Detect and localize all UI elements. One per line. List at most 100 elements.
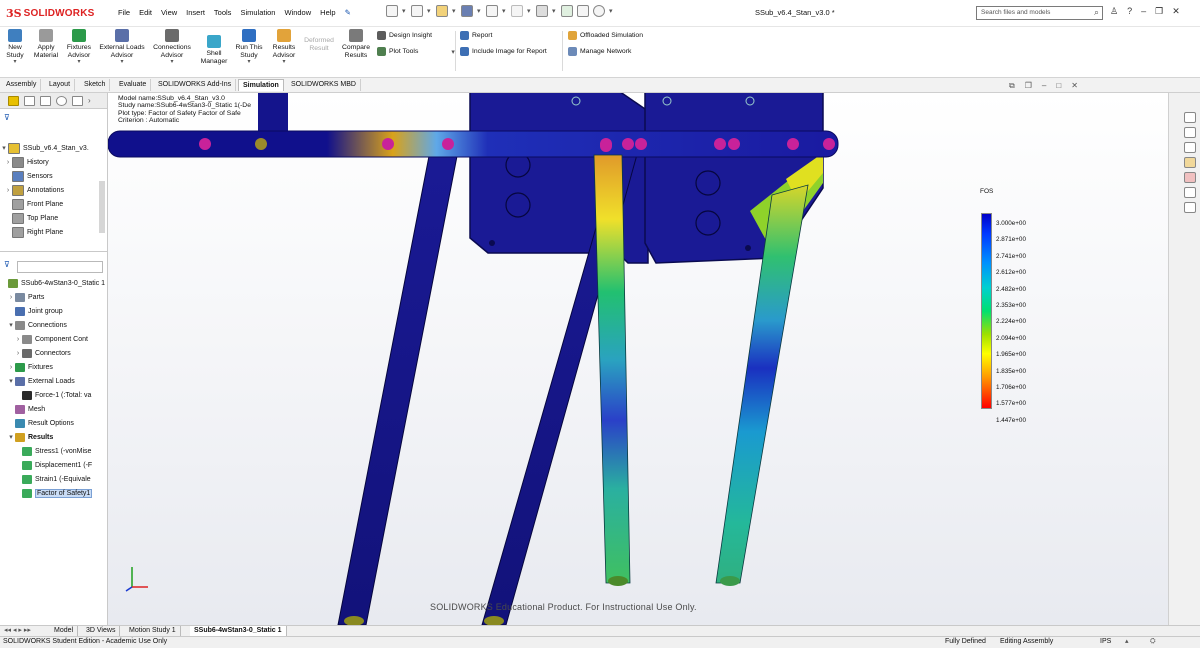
undo-icon[interactable] bbox=[511, 5, 523, 17]
chevron-down-icon[interactable]: ▾ bbox=[64, 59, 94, 67]
tab-layout[interactable]: Layout bbox=[45, 79, 76, 91]
appearances-icon[interactable] bbox=[1184, 172, 1196, 183]
design-library-icon[interactable] bbox=[1184, 127, 1196, 138]
include-image-button[interactable]: Include Image for Report bbox=[460, 47, 547, 56]
sim-tree-item-stress1-vonmise[interactable]: Stress1 (-vonMise bbox=[0, 444, 107, 458]
run-study-button[interactable]: Run This Study ▾ bbox=[233, 29, 265, 67]
open-folder-icon[interactable] bbox=[436, 5, 448, 17]
tile-icon[interactable]: ⧉ bbox=[1009, 81, 1015, 91]
solidworks-resources-icon[interactable] bbox=[1184, 112, 1196, 123]
compare-results-button[interactable]: Compare Results bbox=[340, 29, 372, 59]
options-gear-icon[interactable] bbox=[593, 5, 605, 17]
graphics-area[interactable]: Model name:SSub_v6.4_Stan_v3.0 Study nam… bbox=[108, 93, 1168, 625]
solidworks-forum-icon[interactable] bbox=[1184, 202, 1196, 213]
new-study-button[interactable]: New Study ▾ bbox=[4, 29, 26, 67]
tree-filter-input[interactable] bbox=[17, 261, 103, 273]
expand-icon[interactable]: ▾ bbox=[7, 321, 15, 329]
sim-tree-item-connectors[interactable]: › Connectors bbox=[0, 346, 107, 360]
expand-icon[interactable]: ▾ bbox=[7, 433, 15, 441]
manage-network-button[interactable]: Manage Network bbox=[568, 47, 631, 56]
expand-icon[interactable]: › bbox=[14, 350, 22, 357]
sim-tree-item-strain1-equivale[interactable]: Strain1 (-Equivale bbox=[0, 472, 107, 486]
dimxpert-tab-icon[interactable] bbox=[56, 95, 67, 106]
tab-evaluate[interactable]: Evaluate bbox=[115, 79, 152, 91]
viewport-restore-icon[interactable]: ❐ bbox=[1025, 81, 1032, 91]
sim-tree-item-results[interactable]: ▾ Results bbox=[0, 430, 107, 444]
new-document-icon[interactable] bbox=[411, 5, 423, 17]
menu-insert[interactable]: Insert bbox=[186, 8, 205, 17]
sim-tree-item-parts[interactable]: › Parts bbox=[0, 290, 107, 304]
tree-item-sensors[interactable]: Sensors bbox=[0, 169, 107, 183]
pin-icon[interactable]: ✎ bbox=[345, 8, 351, 17]
feature-tree-scrollbar[interactable] bbox=[99, 181, 105, 233]
file-properties-icon[interactable] bbox=[577, 5, 589, 17]
menu-window[interactable]: Window bbox=[284, 8, 311, 17]
menu-view[interactable]: View bbox=[161, 8, 177, 17]
menu-tools[interactable]: Tools bbox=[214, 8, 232, 17]
tab-assembly[interactable]: Assembly bbox=[2, 79, 42, 91]
print-icon[interactable] bbox=[486, 5, 498, 17]
units-chevron-up-icon[interactable]: ▴ bbox=[1125, 637, 1129, 647]
customize-icon[interactable]: ⛭ bbox=[1150, 637, 1156, 647]
units-selector[interactable]: IPS bbox=[1100, 637, 1111, 647]
tree-item-right-plane[interactable]: Right Plane bbox=[0, 225, 107, 239]
sim-tree-item-displacement1-f[interactable]: Displacement1 (-F bbox=[0, 458, 107, 472]
menu-help[interactable]: Help bbox=[320, 8, 335, 17]
file-explorer-icon[interactable] bbox=[1184, 142, 1196, 153]
menu-edit[interactable]: Edit bbox=[139, 8, 152, 17]
design-insight-button[interactable]: Design Insight bbox=[377, 31, 432, 40]
tree-item-assembly-root[interactable]: ▾ SSub_v6.4_Stan_v3. bbox=[0, 141, 107, 155]
help-icon[interactable]: ? bbox=[1127, 6, 1132, 17]
menu-file[interactable]: File bbox=[118, 8, 130, 17]
viewport-minimize-icon[interactable]: – bbox=[1042, 81, 1046, 91]
home-icon[interactable] bbox=[386, 5, 398, 17]
view-palette-icon[interactable] bbox=[1184, 157, 1196, 168]
tree-item-top-plane[interactable]: Top Plane bbox=[0, 211, 107, 225]
plot-tools-button[interactable]: Plot Tools ▾ bbox=[377, 47, 455, 56]
tab-simulation[interactable]: Simulation bbox=[238, 79, 284, 91]
deformed-result-button[interactable]: Deformed Result bbox=[302, 37, 336, 52]
tab-sketch[interactable]: Sketch bbox=[80, 79, 111, 91]
tree-item-front-plane[interactable]: Front Plane bbox=[0, 197, 107, 211]
expand-icon[interactable]: › bbox=[14, 336, 22, 343]
panel-expand-icon[interactable]: › bbox=[88, 96, 91, 105]
results-advisor-button[interactable]: Results Advisor ▾ bbox=[269, 29, 299, 67]
minimize-icon[interactable]: – bbox=[1141, 6, 1146, 17]
sim-tree-item-result-options[interactable]: Result Options bbox=[0, 416, 107, 430]
filter-icon[interactable]: ⊽ bbox=[4, 113, 10, 122]
expand-icon[interactable]: ▾ bbox=[0, 144, 8, 152]
tree-item-annotations[interactable]: › Annotations bbox=[0, 183, 107, 197]
sim-tree-item-fixtures[interactable]: › Fixtures bbox=[0, 360, 107, 374]
sim-tree-item-force-1-total-va[interactable]: Force-1 (:Total: va bbox=[0, 388, 107, 402]
panel-splitter[interactable] bbox=[0, 251, 107, 252]
property-manager-tab-icon[interactable] bbox=[24, 95, 35, 106]
sim-tree-item-component-cont[interactable]: › Component Cont bbox=[0, 332, 107, 346]
search-input[interactable]: Search files and models ⌕ bbox=[976, 6, 1103, 20]
expand-icon[interactable]: › bbox=[4, 159, 12, 166]
display-manager-tab-icon[interactable] bbox=[72, 95, 83, 106]
offloaded-simulation-button[interactable]: Offloaded Simulation bbox=[568, 31, 643, 40]
rebuild-icon[interactable] bbox=[561, 5, 573, 17]
expand-icon[interactable]: › bbox=[4, 187, 12, 194]
menu-simulation[interactable]: Simulation bbox=[240, 8, 275, 17]
sim-tree-item-external-loads[interactable]: ▾ External Loads bbox=[0, 374, 107, 388]
expand-icon[interactable]: ▾ bbox=[7, 377, 15, 385]
feature-manager-tab-icon[interactable] bbox=[8, 95, 19, 106]
close-icon[interactable]: ✕ bbox=[1172, 6, 1180, 17]
fixtures-advisor-button[interactable]: Fixtures Advisor ▾ bbox=[64, 29, 94, 67]
search-icon[interactable]: ⌕ bbox=[1094, 7, 1099, 18]
tab-solidworks-add-ins[interactable]: SOLIDWORKS Add-Ins bbox=[154, 79, 237, 91]
sim-tree-item-joint-group[interactable]: Joint group bbox=[0, 304, 107, 318]
external-loads-advisor-button[interactable]: External Loads Advisor ▾ bbox=[96, 29, 148, 67]
sim-tree-item-factor-of-safety1[interactable]: Factor of Safety1 bbox=[0, 486, 107, 500]
configuration-manager-tab-icon[interactable] bbox=[40, 95, 51, 106]
chevron-down-icon[interactable]: ▾ bbox=[96, 59, 148, 67]
tree-item-history[interactable]: › History bbox=[0, 155, 107, 169]
scroll-left-icon[interactable]: ◂◂ ◂ ▸ ▸▸ bbox=[4, 626, 31, 634]
expand-icon[interactable]: › bbox=[7, 364, 15, 371]
connections-advisor-button[interactable]: Connections Advisor ▾ bbox=[151, 29, 193, 67]
restore-icon[interactable]: ❐ bbox=[1155, 6, 1163, 17]
user-icon[interactable]: ♙ bbox=[1110, 6, 1118, 17]
sim-tree-item-ssub6-4wstan3-0-static-1[interactable]: SSub6-4wStan3-0_Static 1 bbox=[0, 276, 107, 290]
viewport-maximize-icon[interactable]: □ bbox=[1056, 81, 1061, 91]
